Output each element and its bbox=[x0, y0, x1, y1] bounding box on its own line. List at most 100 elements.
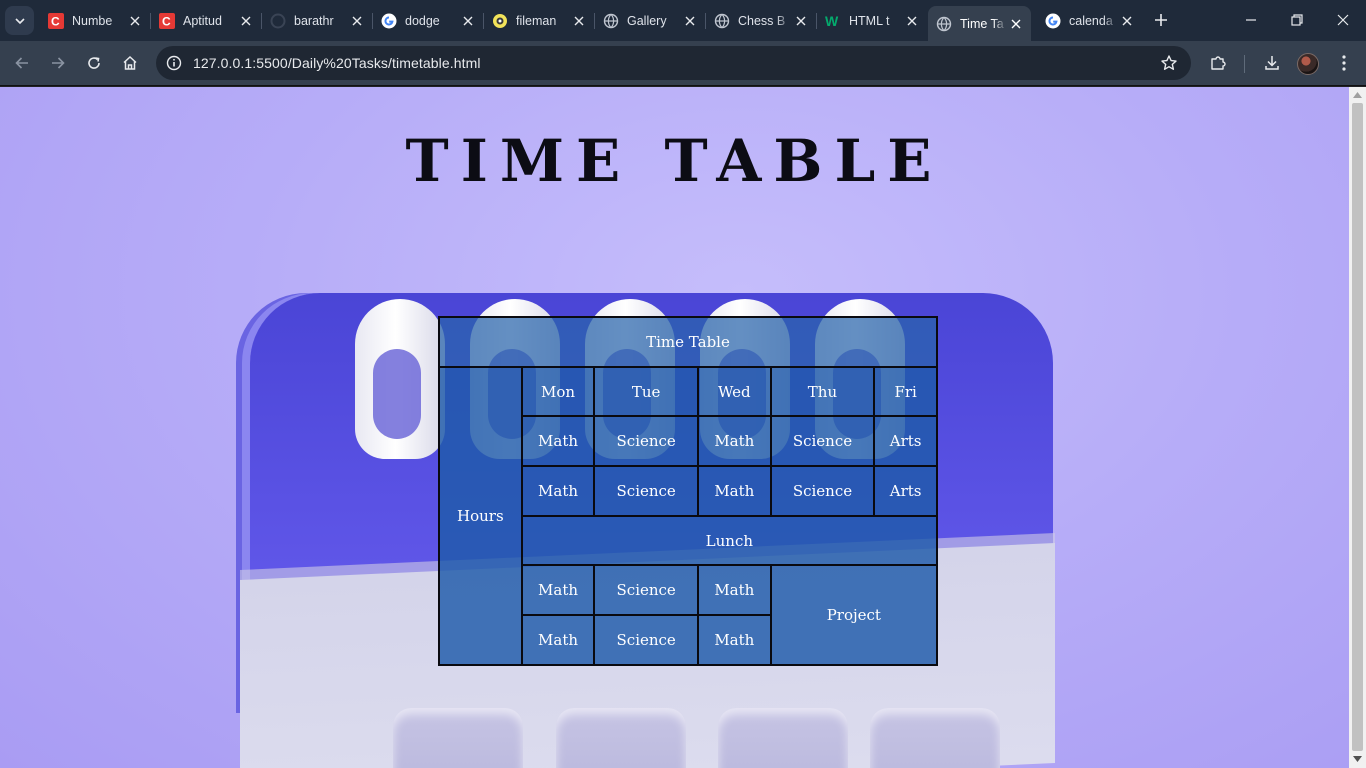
menu-button[interactable] bbox=[1329, 48, 1359, 78]
tab-title: calenda bbox=[1069, 13, 1113, 28]
tab-title: Time Ta bbox=[960, 16, 1004, 31]
address-bar[interactable]: 127.0.0.1:5500/Daily%20Tasks/timetable.h… bbox=[156, 46, 1191, 80]
close-tab-icon[interactable] bbox=[903, 12, 921, 30]
google-icon bbox=[381, 13, 397, 29]
subject-cell: Math bbox=[696, 465, 772, 517]
calendar-ring bbox=[355, 299, 445, 459]
tab-gallery[interactable]: Gallery bbox=[595, 6, 706, 35]
close-tab-icon[interactable] bbox=[570, 12, 588, 30]
tab-search-button[interactable] bbox=[5, 6, 34, 35]
close-tab-icon[interactable] bbox=[237, 12, 255, 30]
downloads-button[interactable] bbox=[1257, 48, 1287, 78]
subject-cell: Science bbox=[593, 564, 699, 617]
reload-icon bbox=[88, 57, 100, 69]
download-icon bbox=[1265, 56, 1279, 70]
ring-hole bbox=[373, 349, 421, 439]
page-viewport: TIME TABLE Time Table Hours Mon Tue Wed … bbox=[0, 87, 1349, 768]
close-tab-icon[interactable] bbox=[1118, 12, 1136, 30]
calendar-block bbox=[556, 708, 686, 768]
svg-text:C: C bbox=[162, 14, 171, 28]
tab-title: Chess B bbox=[738, 13, 786, 28]
tab-calendar[interactable]: calenda bbox=[1037, 6, 1142, 35]
w3-icon: W bbox=[825, 13, 841, 29]
tab-title: Gallery bbox=[627, 13, 667, 28]
tab-dodge[interactable]: dodge bbox=[373, 6, 484, 35]
svg-text:C: C bbox=[51, 14, 60, 28]
tab-title: Numbe bbox=[72, 13, 113, 28]
tab-aptitud[interactable]: C Aptitud bbox=[151, 6, 262, 35]
minimize-button[interactable] bbox=[1228, 0, 1274, 40]
tab-time-table[interactable]: Time Ta bbox=[928, 6, 1031, 41]
close-tab-icon[interactable] bbox=[459, 12, 477, 30]
minimize-icon bbox=[1246, 19, 1256, 21]
scroll-up-arrow-icon[interactable] bbox=[1353, 92, 1362, 98]
extensions-button[interactable] bbox=[1203, 48, 1233, 78]
tab-html[interactable]: W HTML t bbox=[817, 6, 927, 35]
calendar-illustration: TIME TABLE Time Table Hours Mon Tue Wed … bbox=[0, 87, 1349, 768]
scroll-down-arrow-icon[interactable] bbox=[1353, 756, 1362, 762]
vertical-scrollbar[interactable] bbox=[1349, 87, 1366, 768]
close-tab-icon[interactable] bbox=[126, 12, 144, 30]
tab-strip: C Numbe C Aptitud barathr dodge fileman … bbox=[0, 0, 1366, 41]
timetable: Time Table Hours Mon Tue Wed Thu Fri Mat… bbox=[438, 316, 939, 666]
subject-cell: Math bbox=[520, 415, 596, 468]
calendar-block bbox=[870, 708, 1000, 768]
globe-icon bbox=[936, 16, 952, 32]
tab-chess[interactable]: Chess B bbox=[706, 6, 817, 35]
tab-title: barathr bbox=[294, 13, 334, 28]
tab-title: HTML t bbox=[849, 13, 890, 28]
c-red-icon: C bbox=[48, 12, 64, 29]
tab-numbe[interactable]: C Numbe bbox=[40, 6, 151, 35]
page-title: TIME TABLE bbox=[405, 127, 944, 195]
plus-icon bbox=[1155, 14, 1167, 26]
subject-cell: Math bbox=[520, 564, 596, 617]
profile-avatar[interactable] bbox=[1297, 53, 1319, 75]
close-tab-icon[interactable] bbox=[681, 12, 699, 30]
subject-cell: Math bbox=[520, 614, 596, 666]
close-icon bbox=[1337, 14, 1349, 26]
tab-title: Aptitud bbox=[183, 13, 222, 28]
svg-text:W: W bbox=[825, 13, 839, 29]
c-red-icon: C bbox=[159, 12, 175, 29]
day-header-fri: Fri bbox=[873, 365, 938, 418]
table-caption: Time Table bbox=[438, 316, 938, 368]
arrow-right-icon bbox=[52, 57, 65, 69]
subject-cell: Science bbox=[593, 465, 699, 517]
google-icon bbox=[1045, 13, 1061, 29]
tab-title: dodge bbox=[405, 13, 440, 28]
day-header-mon: Mon bbox=[520, 365, 596, 418]
site-info-icon[interactable] bbox=[164, 53, 184, 73]
toolbar-separator bbox=[1244, 55, 1245, 73]
calendar-block bbox=[393, 708, 523, 768]
subject-cell: Science bbox=[593, 415, 699, 468]
tab-fileman[interactable]: fileman bbox=[484, 6, 595, 35]
close-tab-icon[interactable] bbox=[792, 12, 810, 30]
close-tab-icon[interactable] bbox=[348, 12, 366, 30]
calendar-block bbox=[718, 708, 848, 768]
close-window-button[interactable] bbox=[1320, 0, 1366, 40]
project-cell: Project bbox=[769, 564, 939, 666]
subject-cell: Science bbox=[769, 415, 876, 468]
scrollbar-thumb[interactable] bbox=[1352, 103, 1363, 751]
back-button[interactable] bbox=[7, 48, 37, 78]
reload-button[interactable] bbox=[79, 48, 109, 78]
hours-cell: Hours bbox=[438, 365, 523, 666]
forward-button[interactable] bbox=[43, 48, 73, 78]
subject-cell: Math bbox=[520, 465, 596, 517]
restore-button[interactable] bbox=[1274, 0, 1320, 40]
tab-barathr[interactable]: barathr bbox=[262, 6, 373, 35]
subject-cell: Math bbox=[696, 415, 772, 468]
home-icon bbox=[123, 55, 137, 70]
browser-toolbar: 127.0.0.1:5500/Daily%20Tasks/timetable.h… bbox=[0, 41, 1366, 86]
subject-cell: Math bbox=[696, 564, 772, 617]
subject-cell: Science bbox=[593, 614, 699, 666]
bookmark-star-icon[interactable] bbox=[1159, 53, 1179, 73]
new-tab-button[interactable] bbox=[1149, 8, 1173, 32]
kebab-menu-icon bbox=[1342, 55, 1346, 71]
close-tab-icon[interactable] bbox=[1007, 15, 1025, 33]
yellow-app-icon bbox=[492, 13, 508, 29]
home-button[interactable] bbox=[115, 48, 145, 78]
table-row: Time Table bbox=[438, 316, 938, 368]
url-text: 127.0.0.1:5500/Daily%20Tasks/timetable.h… bbox=[193, 55, 481, 71]
arrow-left-icon bbox=[15, 57, 28, 69]
